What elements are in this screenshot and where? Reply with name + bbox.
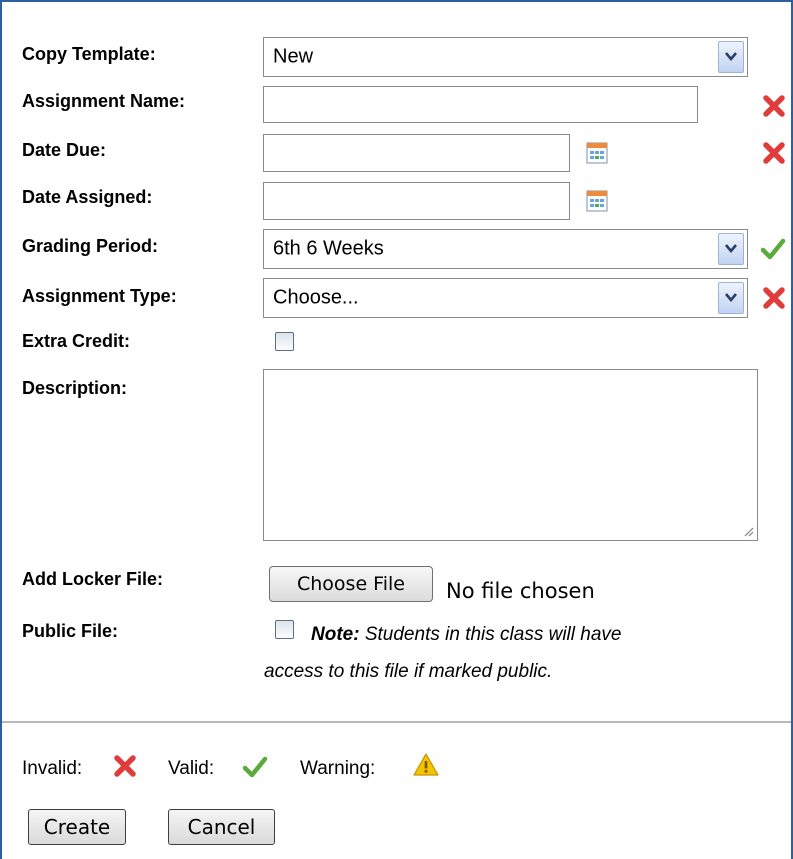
frame-left-border [0,0,2,859]
note-bold-label: Note: [311,624,360,645]
public-file-note-line1: Note: Students in this class will have [311,624,621,646]
description-label: Description: [22,378,128,398]
red-x-icon [763,287,785,309]
green-check-icon [242,756,268,778]
date-due-input[interactable] [263,134,570,172]
legend-warning-label: Warning: [300,758,376,779]
copy-template-value: New [273,45,314,68]
choose-file-button[interactable]: Choose File [269,566,433,602]
red-x-icon [114,755,136,777]
chevron-down-icon[interactable] [718,41,744,73]
assignment-type-value: Choose... [273,286,359,309]
description-textarea[interactable] [263,369,758,541]
section-divider [2,721,791,723]
extra-credit-checkbox[interactable] [275,332,294,351]
chevron-down-icon[interactable] [718,282,744,314]
copy-template-select[interactable]: New [263,37,748,77]
legend-invalid-label: Invalid: [22,758,83,779]
warning-triangle-icon [413,753,439,776]
red-x-icon [763,142,785,164]
legend-valid-label: Valid: [168,758,215,779]
date-assigned-label: Date Assigned: [22,187,153,207]
assignment-type-select[interactable]: Choose... [263,278,748,318]
resize-handle-icon[interactable] [743,526,754,537]
chevron-down-icon[interactable] [718,233,744,265]
extra-credit-label: Extra Credit: [22,331,131,351]
note-text-line1: Students in this class will have [364,624,622,645]
grading-period-select[interactable]: 6th 6 Weeks [263,229,748,269]
calendar-icon[interactable] [586,190,608,212]
assignment-name-label: Assignment Name: [22,91,186,111]
public-file-note-line2: access to this file if marked public. [264,661,553,682]
calendar-icon[interactable] [586,142,608,164]
public-file-checkbox[interactable] [275,620,294,639]
green-check-icon [760,238,786,260]
assignment-name-input[interactable] [263,86,698,123]
grading-period-value: 6th 6 Weeks [273,237,384,260]
cancel-button[interactable]: Cancel [168,809,275,845]
file-status-text: No file chosen [446,579,595,603]
assignment-type-label: Assignment Type: [22,286,177,306]
date-due-label: Date Due: [22,140,107,160]
grading-period-label: Grading Period: [22,236,159,256]
date-assigned-input[interactable] [263,182,570,220]
public-file-label: Public File: [22,621,119,641]
frame-top-border [0,0,793,2]
create-button[interactable]: Create [28,809,126,845]
add-locker-file-label: Add Locker File: [22,569,164,589]
red-x-icon [763,95,785,117]
copy-template-label: Copy Template: [22,44,156,64]
